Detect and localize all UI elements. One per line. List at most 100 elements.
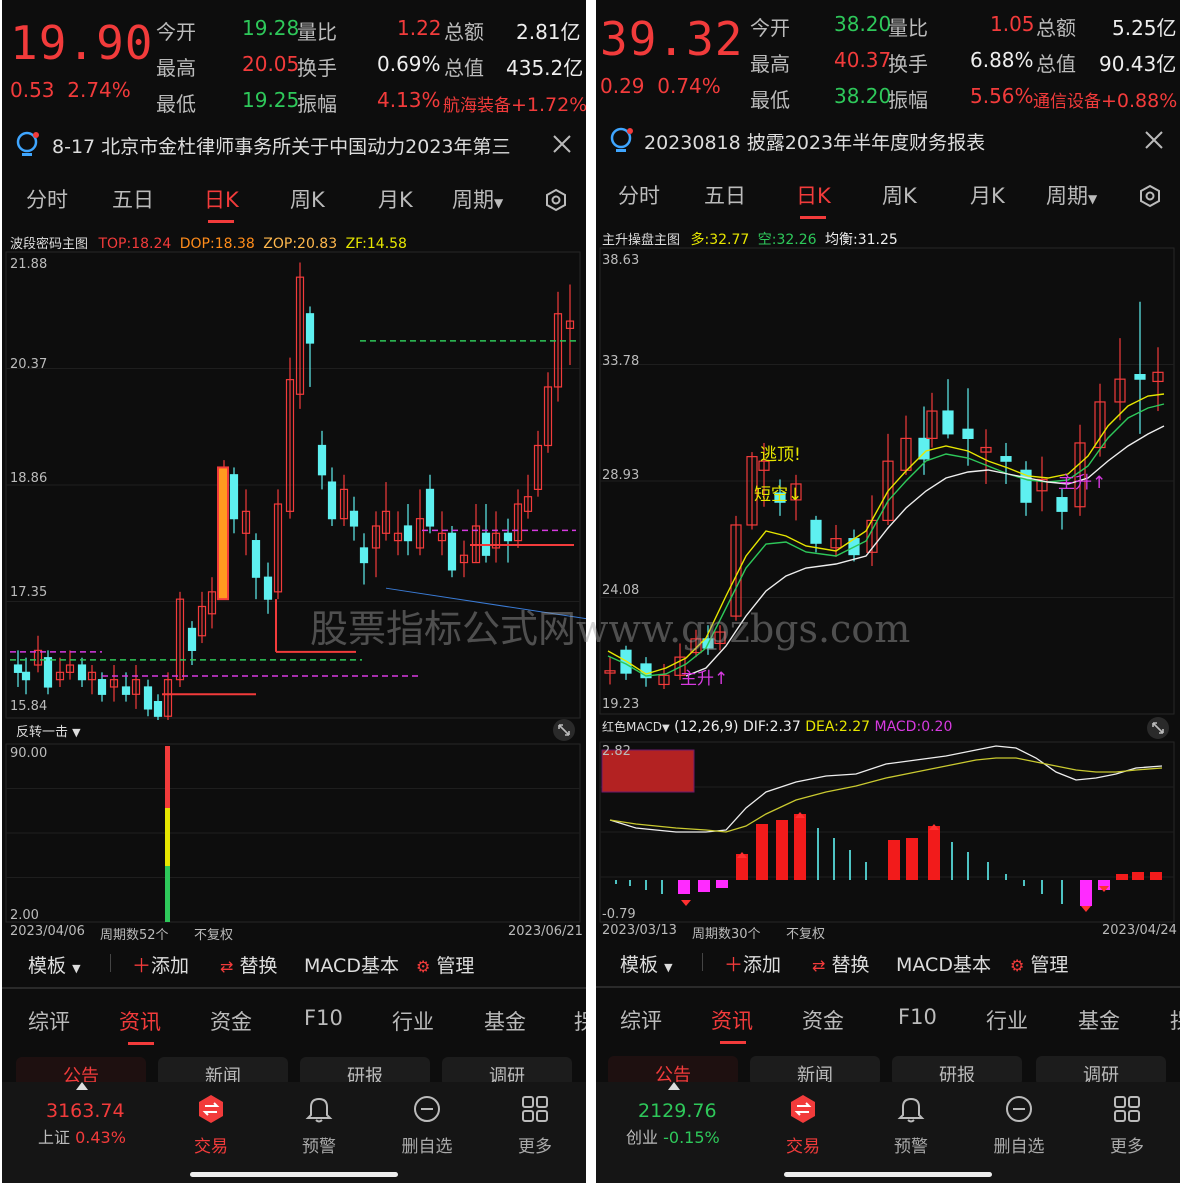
expand-icon[interactable]	[1146, 716, 1170, 740]
template-dropdown[interactable]: 模板 ▼	[620, 950, 673, 977]
tab-funds[interactable]: 资金	[802, 1005, 844, 1035]
nav-remove-watch[interactable]: 删自选	[387, 1132, 467, 1157]
tab-weekly-k[interactable]: 周K	[290, 184, 325, 214]
macd-basic-button[interactable]: MACD基本	[896, 950, 991, 977]
nav-more[interactable]: 更多	[495, 1132, 575, 1157]
section-divider	[596, 986, 1180, 988]
minus-circle-icon[interactable]	[1004, 1094, 1034, 1124]
manage-button[interactable]: ⚙ 管理	[416, 951, 474, 978]
candle-body	[425, 488, 435, 527]
macd-legend[interactable]: 红色MACD▼ (12,26,9) DIF:2.37 DEA:2.27 MACD…	[602, 718, 952, 735]
candle-body	[229, 474, 239, 520]
panel-divider	[586, 0, 596, 1183]
replace-button[interactable]: ⇄ 替换	[220, 951, 277, 978]
trade-icon[interactable]	[196, 1094, 226, 1124]
tab-f10[interactable]: F10	[898, 1005, 937, 1029]
settings-hexagon-icon[interactable]	[544, 188, 568, 212]
tab-news[interactable]: 资讯	[119, 1006, 161, 1036]
nav-more[interactable]: 更多	[1087, 1132, 1167, 1157]
adjust-mode[interactable]: 不复权	[194, 924, 233, 943]
period-count: 周期数52个	[100, 928, 169, 943]
kv-value: 5.56%	[970, 84, 1034, 108]
notice-bar[interactable]: 8-17 北京市金杜律师事务所关于中国动力2023年第三	[10, 124, 580, 166]
tab-intraday[interactable]: 分时	[618, 180, 660, 210]
macd-bar	[756, 824, 768, 880]
tab-industry[interactable]: 行业	[986, 1005, 1028, 1035]
tab-daily-k[interactable]: 日K	[796, 180, 831, 210]
kv-value: 1.05	[990, 12, 1035, 36]
tab-five-day[interactable]: 五日	[112, 184, 154, 214]
tab-more-clipped[interactable]: 拐	[1170, 1005, 1180, 1035]
tab-intraday[interactable]: 分时	[26, 184, 68, 214]
nav-trade[interactable]: 交易	[171, 1132, 251, 1157]
tab-more-clipped[interactable]: 拐	[574, 1006, 586, 1036]
candle-body	[962, 428, 974, 439]
candle-body	[447, 532, 457, 571]
kv-label: 换手	[888, 52, 928, 76]
nav-alert[interactable]: 预警	[871, 1132, 951, 1157]
add-button[interactable]: ＋添加	[132, 951, 189, 978]
tab-daily-k[interactable]: 日K	[204, 184, 239, 214]
kv-value: 40.37	[834, 48, 892, 72]
sector-link[interactable]: 航海装备+1.72%	[443, 91, 586, 116]
expand-icon[interactable]	[552, 718, 576, 742]
nav-remove-watch[interactable]: 删自选	[979, 1132, 1059, 1157]
index-value[interactable]: 3163.74	[46, 1100, 125, 1122]
tab-funds[interactable]: 资金	[210, 1006, 252, 1036]
nav-alert[interactable]: 预警	[279, 1132, 359, 1157]
candle-body	[403, 525, 413, 542]
trade-icon[interactable]	[788, 1094, 818, 1124]
caret-up-icon	[668, 1082, 680, 1090]
grid-more-icon[interactable]	[1112, 1094, 1142, 1124]
tab-overview[interactable]: 综评	[28, 1006, 70, 1036]
reversal-indicator-chart[interactable]	[2, 742, 586, 924]
notice-bar[interactable]: 20230818 披露2023年半年度财务报表	[604, 120, 1174, 162]
candle-body	[263, 576, 273, 600]
kv-label: 振幅	[297, 92, 337, 116]
macd-bar	[645, 880, 647, 890]
bell-icon[interactable]	[896, 1094, 926, 1124]
tab-period[interactable]: 周期▼	[452, 184, 503, 214]
macd-bar	[849, 850, 851, 880]
grid-more-icon[interactable]	[520, 1094, 550, 1124]
tab-monthly-k[interactable]: 月K	[970, 180, 1005, 210]
close-icon[interactable]	[552, 134, 572, 154]
tab-period[interactable]: 周期▼	[1046, 180, 1097, 210]
notice-text: 20230818 披露2023年半年度财务报表	[644, 132, 986, 154]
minus-circle-icon[interactable]	[412, 1094, 442, 1124]
bell-icon[interactable]	[304, 1094, 334, 1124]
index-change[interactable]: 创业 -0.15%	[626, 1124, 720, 1148]
close-icon[interactable]	[1144, 130, 1164, 150]
candle-body	[77, 664, 87, 681]
tab-weekly-k[interactable]: 周K	[882, 180, 917, 210]
tab-fund[interactable]: 基金	[484, 1006, 526, 1036]
index-value[interactable]: 2129.76	[638, 1100, 717, 1122]
kv-value: 20.05	[242, 52, 300, 76]
settings-hexagon-icon[interactable]	[1138, 184, 1162, 208]
replace-button[interactable]: ⇄ 替换	[812, 950, 869, 977]
macd-basic-button[interactable]: MACD基本	[304, 951, 399, 978]
nav-trade[interactable]: 交易	[763, 1132, 843, 1157]
tab-industry[interactable]: 行业	[392, 1006, 434, 1036]
tab-f10[interactable]: F10	[304, 1006, 343, 1030]
sector-link[interactable]: 通信设备+0.88%	[1033, 87, 1177, 112]
template-dropdown[interactable]: 模板 ▼	[28, 951, 81, 978]
signal-bar-red	[165, 746, 170, 808]
sub-indicator-select[interactable]: 反转一击 ▼	[16, 721, 81, 740]
kv-label: 最低	[156, 92, 196, 116]
tab-monthly-k[interactable]: 月K	[378, 184, 413, 214]
manage-button[interactable]: ⚙ 管理	[1010, 950, 1068, 977]
macd-bar	[888, 840, 900, 880]
candle-body	[503, 532, 513, 542]
kv-value: 6.88%	[970, 48, 1034, 72]
tab-news[interactable]: 资讯	[711, 1005, 753, 1035]
macd-chart[interactable]	[596, 740, 1180, 924]
add-button[interactable]: ＋添加	[724, 950, 781, 977]
index-change[interactable]: 上证 0.43%	[38, 1124, 126, 1148]
candle-body	[153, 701, 163, 717]
tab-overview[interactable]: 综评	[620, 1005, 662, 1035]
tab-five-day[interactable]: 五日	[704, 180, 746, 210]
adjust-mode[interactable]: 不复权	[786, 923, 825, 942]
tab-fund[interactable]: 基金	[1078, 1005, 1120, 1035]
candle-body	[942, 410, 954, 435]
